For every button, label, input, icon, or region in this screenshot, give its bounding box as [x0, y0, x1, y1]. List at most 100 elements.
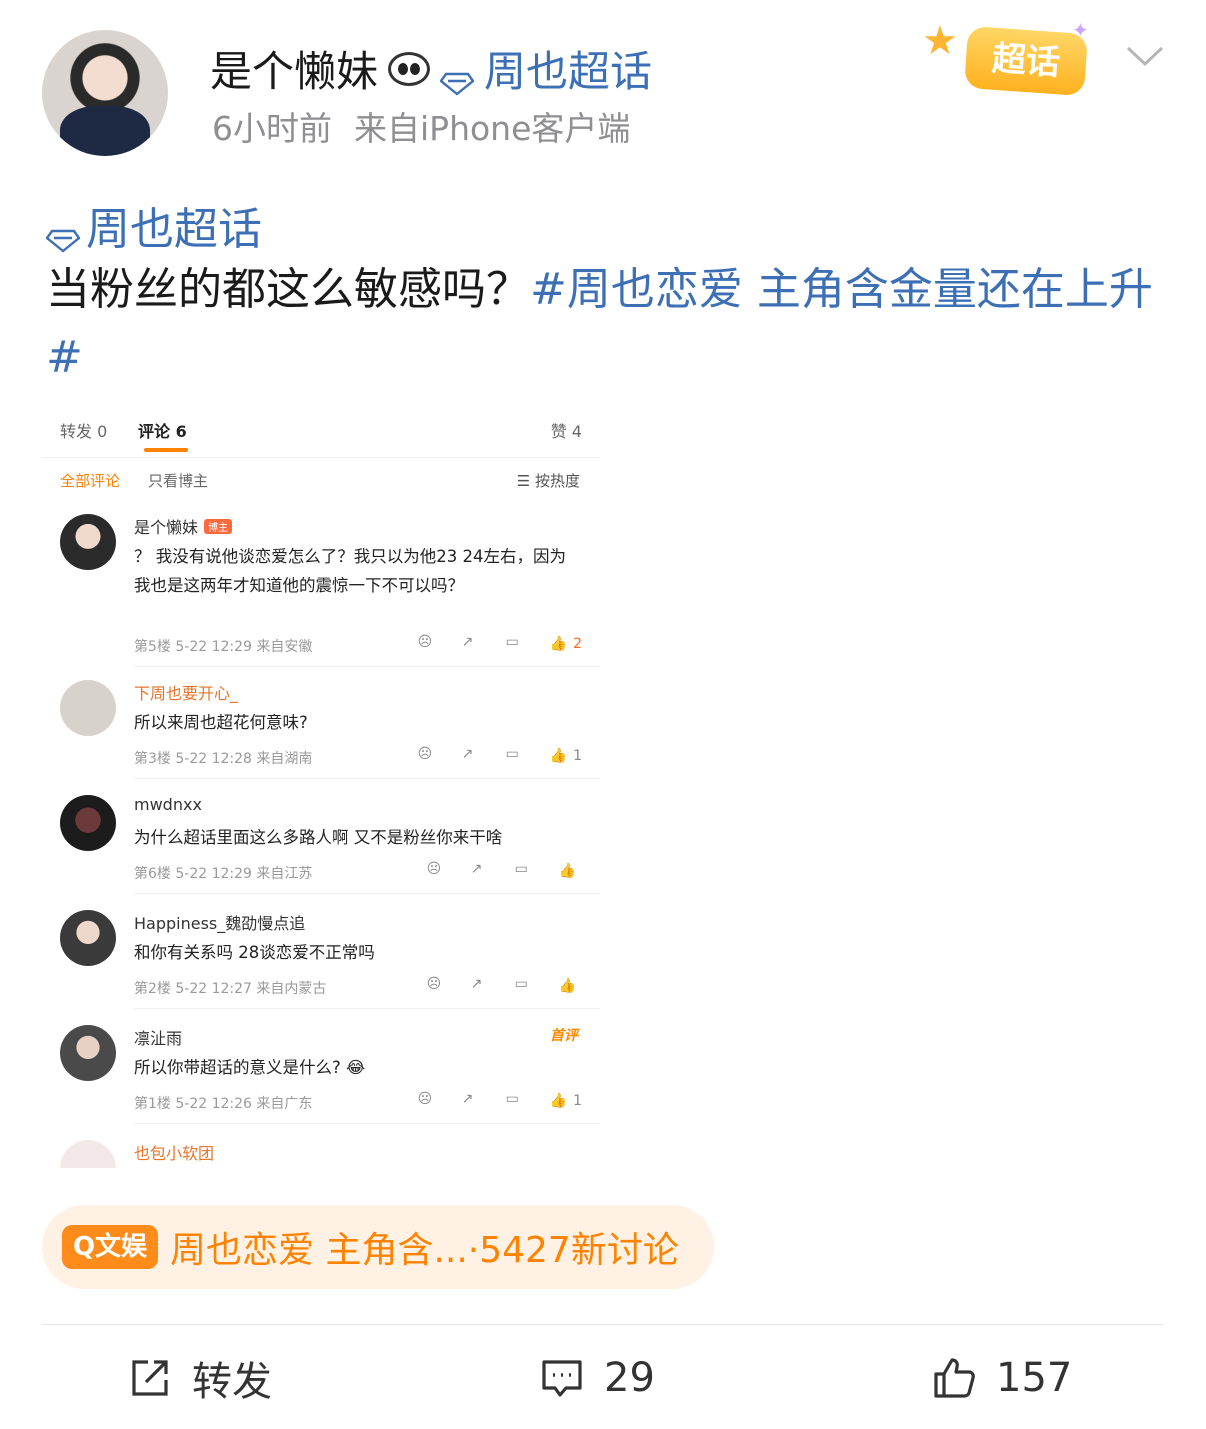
- first-comment-tag: 首评: [550, 1028, 578, 1044]
- comment-filter: 全部评论 只看博主 ☰ 按热度: [42, 466, 600, 494]
- comment-actions: ☹ ↗ ▭ 👍 1: [418, 746, 582, 766]
- like-count-value: 2: [573, 636, 582, 652]
- comment-author-name: 也包小软团: [134, 1144, 215, 1163]
- post-topic-label: 周也超话: [86, 204, 262, 255]
- comment-avatar: [60, 910, 116, 966]
- comment-text: 所以你带超话的意义是什么? 😂: [134, 1058, 366, 1077]
- comment-text: 为什么超话里面这么多路人啊 又不是粉丝你来干啥: [134, 828, 503, 847]
- like-count: 157: [996, 1355, 1073, 1401]
- divider: [134, 893, 600, 894]
- comment-icon: ▭: [514, 976, 528, 992]
- hot-topic-pill[interactable]: Q文娱 周也恋爱 主角含...·5427新讨论: [42, 1205, 714, 1289]
- like-count-value: 1: [573, 748, 582, 764]
- comment-icon: [542, 1360, 582, 1397]
- filter-all: 全部评论: [60, 472, 121, 490]
- comment-author-name: 是个懒妹: [134, 518, 199, 537]
- share-icon: ↗: [470, 861, 483, 877]
- tab-underline: [144, 448, 188, 452]
- comment-text: 和你有关系吗 28谈恋爱不正常吗: [134, 943, 375, 962]
- dislike-icon: ☹: [426, 976, 442, 992]
- like-button[interactable]: 157: [932, 1352, 1072, 1404]
- dislike-icon: ☹: [417, 746, 433, 762]
- thumb-up-icon: 👍: [549, 636, 568, 652]
- author-name[interactable]: 是个懒妹: [210, 38, 378, 99]
- repost-icon: [132, 1360, 168, 1396]
- post-text-plain: 当粉丝的都这么敏感吗？: [46, 264, 530, 315]
- post-meta: 6小时前 来自iPhone客户端: [212, 102, 630, 150]
- star-icon: ★: [922, 18, 958, 64]
- comment-button[interactable]: 29: [540, 1352, 655, 1404]
- like-count-value: 1: [573, 1093, 582, 1109]
- sparkle-icon: ✦: [1072, 18, 1089, 42]
- comment-actions: ☹ ↗ ▭ 👍 1: [418, 1091, 582, 1111]
- divider: [134, 1123, 600, 1124]
- filter-owner: 只看博主: [148, 472, 209, 490]
- divider: [134, 778, 600, 779]
- comment-author-name: 下周也要开心_: [134, 684, 239, 703]
- tab-repost: 转发 0: [60, 422, 108, 441]
- owner-badge: 博主: [204, 519, 233, 534]
- comment-avatar: [60, 680, 116, 736]
- filter-sort: ☰ 按热度: [516, 472, 580, 490]
- chaohua-badge[interactable]: ★ 超话 ✦: [922, 16, 1102, 98]
- divider: [134, 1008, 600, 1009]
- comment-icon: ▭: [514, 861, 528, 877]
- comment-actions: ☹ ↗ ▭ 👍: [427, 976, 582, 996]
- comment-text: 所以来周也超花何意味?: [134, 713, 308, 732]
- comment-count: 29: [604, 1355, 655, 1401]
- comment-item: 凛沚雨 首评 所以你带超话的意义是什么? 😂 第1楼 5-22 12:26 来自…: [42, 1025, 600, 1125]
- divider: [42, 1324, 1164, 1325]
- comment-author: 是个懒妹 博主: [134, 514, 233, 538]
- thumb-up-icon: [934, 1358, 975, 1398]
- post-topic[interactable]: 周也超话: [45, 193, 262, 257]
- tab-comments: 评论 6: [138, 422, 187, 441]
- comment-avatar: [60, 514, 116, 570]
- thumb-up-icon: 👍: [549, 1093, 568, 1109]
- author-avatar[interactable]: [42, 30, 168, 156]
- comment-actions: ☹ ↗ ▭ 👍: [427, 861, 582, 881]
- comment-tabs: 转发 0 评论 6 赞 4: [42, 410, 600, 458]
- dislike-icon: ☹: [417, 1091, 433, 1107]
- hot-topic-label: 周也恋爱 主角含...·5427新讨论: [170, 1230, 679, 1271]
- comment-author-name: 凛沚雨: [134, 1029, 183, 1048]
- entertainment-tag: Q文娱: [62, 1225, 158, 1269]
- share-icon: ↗: [470, 976, 483, 992]
- comment-meta: 第3楼 5-22 12:28 来自湖南: [134, 751, 313, 767]
- comment-author-name: Happiness_魏劭慢点追: [134, 914, 306, 933]
- comment-avatar: [60, 1025, 116, 1081]
- comment-meta: 第6楼 5-22 12:29 来自江苏: [134, 866, 313, 882]
- repost-label: 转发: [192, 1359, 272, 1405]
- topic-link[interactable]: 周也超话: [484, 38, 652, 99]
- post-time: 6小时前: [212, 109, 332, 148]
- share-icon: ↗: [461, 746, 474, 762]
- filter-sort-label: 按热度: [534, 472, 580, 490]
- thumb-up-icon: 👍: [549, 748, 568, 764]
- like-count: 👍 2: [550, 636, 582, 652]
- like-count: 👍 1: [550, 1093, 582, 1109]
- divider: [134, 666, 600, 667]
- comment-meta: 第2楼 5-22 12:27 来自内蒙古: [134, 981, 327, 997]
- share-icon: ↗: [461, 634, 474, 650]
- repost-button[interactable]: 转发: [128, 1352, 272, 1405]
- comment-item: Happiness_魏劭慢点追 和你有关系吗 28谈恋爱不正常吗 第2楼 5-2…: [42, 910, 600, 1010]
- like-count: 👍 1: [550, 748, 582, 764]
- comment-avatar: [60, 795, 116, 851]
- like-count: 👍: [559, 863, 582, 879]
- comment-item: 是个懒妹 博主 ？ 我没有说他谈恋爱怎么了？我只以为他23 24左右，因为我也是这…: [42, 514, 600, 667]
- dislike-icon: ☹: [417, 634, 433, 650]
- comment-avatar: [60, 1140, 116, 1168]
- post-text: 当粉丝的都这么敏感吗？#周也恋爱 主角含金量还在上升#: [46, 256, 1156, 392]
- embedded-screenshot[interactable]: 转发 0 评论 6 赞 4 全部评论 只看博主 ☰ 按热度 是个懒妹 博主 ？ 我…: [42, 410, 600, 1168]
- comment-actions: ☹ ↗ ▭ 👍 2: [418, 634, 582, 654]
- chevron-down-icon[interactable]: [1124, 42, 1166, 70]
- like-count: 👍: [559, 978, 582, 994]
- comment-icon: ▭: [505, 746, 519, 762]
- comment-meta: 第1楼 5-22 12:26 来自广东: [134, 1096, 313, 1112]
- comment-item: mwdnxx 为什么超话里面这么多路人啊 又不是粉丝你来干啥 第6楼 5-22 …: [42, 795, 600, 895]
- tab-likes: 赞 4: [550, 422, 582, 441]
- post-source: 来自iPhone客户端: [354, 109, 631, 148]
- comment-icon: ▭: [505, 634, 519, 650]
- thumb-up-icon: 👍: [558, 863, 576, 879]
- panda-icon: [388, 51, 431, 86]
- share-icon: ↗: [461, 1091, 474, 1107]
